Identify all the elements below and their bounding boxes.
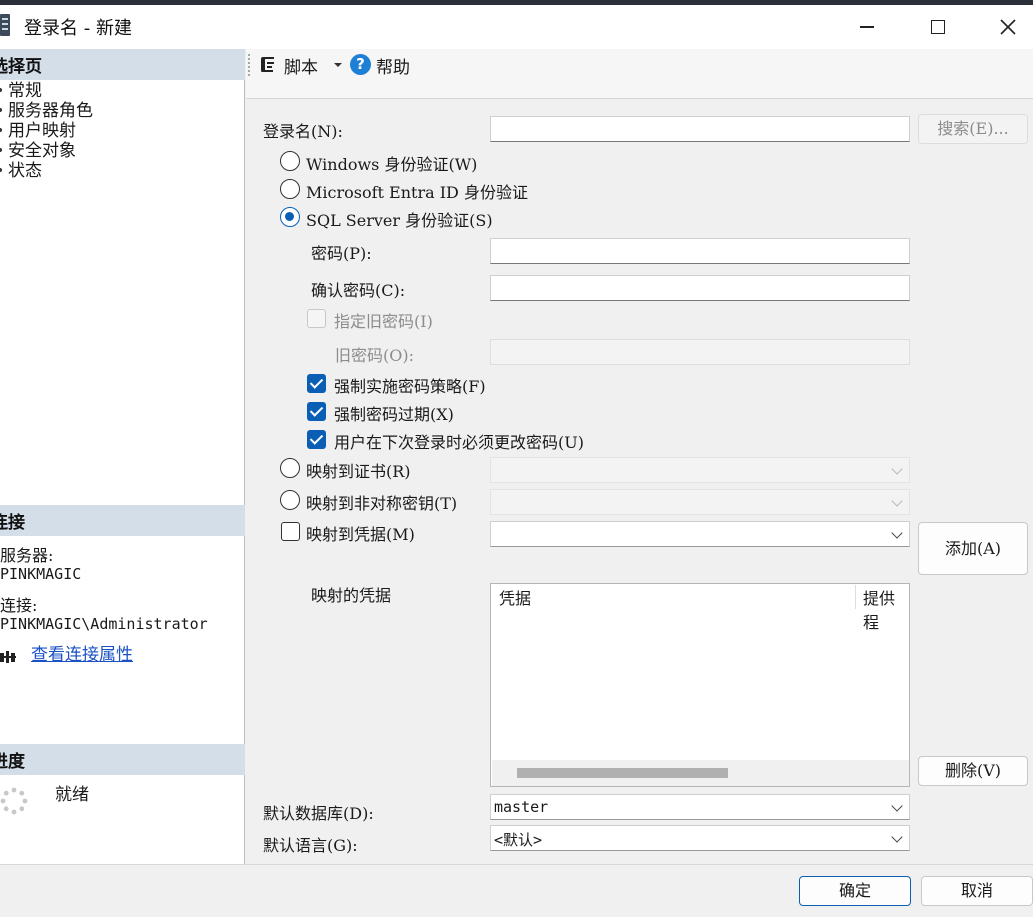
maximize-button[interactable] [903, 5, 973, 49]
password-label: 密码(P): [311, 244, 372, 263]
enforce-policy-checkbox[interactable] [307, 374, 326, 393]
login-name-label: 登录名(N): [263, 122, 343, 141]
specify-old-password-checkbox[interactable] [307, 309, 326, 328]
default-db-value: master [494, 798, 549, 816]
connection-label: 连接: [0, 596, 38, 615]
script-button[interactable]: 脚本 [284, 53, 318, 78]
enforce-expiration-label: 强制密码过期(X) [334, 405, 454, 424]
close-icon [1000, 19, 1016, 35]
confirm-password-label: 确认密码(C): [311, 281, 406, 300]
auth-entra-label: Microsoft Entra ID 身份验证 [306, 183, 528, 202]
mapped-credentials-label: 映射的凭据 [311, 586, 392, 605]
chevron-down-icon [891, 800, 903, 812]
chevron-down-icon [891, 495, 903, 507]
default-lang-label: 默认语言(G): [263, 836, 358, 855]
auth-sql-label: SQL Server 身份验证(S) [306, 211, 493, 230]
enforce-expiration-checkbox[interactable] [307, 402, 326, 421]
progress-status: 就绪 [55, 785, 89, 805]
window-title: 登录名 - 新建 [24, 18, 132, 39]
credential-select[interactable] [490, 521, 910, 547]
bullet-icon [0, 168, 2, 172]
default-db-select[interactable]: master [490, 794, 910, 820]
grid-header-credential[interactable]: 凭据 [499, 585, 531, 609]
chevron-down-icon [891, 463, 903, 475]
minimize-button[interactable] [832, 5, 902, 49]
grid-header-provider[interactable]: 提供程 [863, 585, 909, 633]
help-icon: ? [350, 54, 371, 75]
page-item-server-roles[interactable]: 服务器角色 [0, 101, 93, 121]
map-certificate-radio[interactable] [280, 458, 300, 478]
server-value: PINKMAGIC [0, 565, 82, 583]
map-credential-checkbox[interactable] [281, 522, 300, 541]
asymmetric-key-select[interactable] [490, 489, 910, 515]
bullet-icon [0, 148, 2, 152]
auth-windows-radio[interactable] [280, 151, 300, 171]
login-name-input[interactable] [490, 116, 910, 142]
progress-spinner-icon [0, 787, 28, 815]
chevron-down-icon [891, 831, 903, 843]
chevron-down-icon [891, 527, 903, 539]
password-input[interactable] [490, 238, 910, 264]
close-button[interactable] [973, 5, 1033, 49]
page-item-general[interactable]: 常规 [0, 81, 42, 101]
mapped-credentials-grid[interactable]: 凭据 提供程 [490, 583, 910, 787]
toolbar-grip [248, 54, 250, 76]
map-certificate-label: 映射到证书(R) [306, 462, 411, 481]
add-button[interactable]: 添加(A) [918, 522, 1028, 575]
auth-windows-label: Windows 身份验证(W) [306, 155, 478, 174]
must-change-checkbox[interactable] [307, 430, 326, 449]
cancel-button[interactable]: 取消 [921, 876, 1033, 906]
default-lang-value: <默认> [494, 831, 543, 849]
scrollbar-thumb[interactable] [517, 768, 728, 778]
ok-button[interactable]: 确定 [799, 876, 911, 906]
script-dropdown-arrow-icon[interactable] [334, 63, 342, 67]
auth-sql-radio[interactable] [280, 207, 300, 227]
server-icon [0, 14, 10, 36]
enforce-policy-label: 强制实施密码策略(F) [334, 377, 486, 396]
page-item-securables[interactable]: 安全对象 [0, 141, 76, 161]
bullet-icon [0, 128, 2, 132]
server-label: 服务器: [0, 546, 54, 565]
bullet-icon [0, 108, 2, 112]
connection-properties-icon [0, 651, 16, 663]
remove-button[interactable]: 删除(V) [918, 756, 1028, 786]
specify-old-password-label: 指定旧密码(I) [334, 312, 433, 331]
map-asymmetric-key-label: 映射到非对称密钥(T) [306, 494, 458, 513]
grid-column-divider[interactable] [855, 585, 856, 609]
progress-header: 进度 [0, 744, 245, 775]
map-credential-label: 映射到凭据(M) [306, 525, 415, 544]
map-asymmetric-key-radio[interactable] [280, 490, 300, 510]
page-item-status[interactable]: 状态 [0, 161, 42, 181]
must-change-label: 用户在下次登录时必须更改密码(U) [334, 433, 584, 452]
search-button[interactable]: 搜索(E)... [918, 114, 1028, 144]
certificate-select[interactable] [490, 457, 910, 483]
connection-header: 连接 [0, 505, 245, 536]
select-page-header: 选择页 [0, 49, 245, 80]
minimize-icon [860, 26, 874, 28]
connection-value: PINKMAGIC\Administrator [0, 615, 208, 633]
script-icon [261, 57, 274, 72]
confirm-password-input[interactable] [490, 275, 910, 301]
auth-entra-radio[interactable] [280, 179, 300, 199]
old-password-input[interactable] [490, 339, 910, 365]
maximize-icon [931, 20, 945, 34]
default-db-label: 默认数据库(D): [263, 804, 374, 823]
help-button[interactable]: 帮助 [376, 53, 410, 78]
old-password-label: 旧密码(O): [335, 346, 414, 365]
bullet-icon [0, 88, 2, 92]
default-lang-select[interactable]: <默认> [490, 825, 910, 851]
view-connection-properties-link[interactable]: 查看连接属性 [31, 646, 133, 665]
page-item-user-mapping[interactable]: 用户映射 [0, 121, 76, 141]
